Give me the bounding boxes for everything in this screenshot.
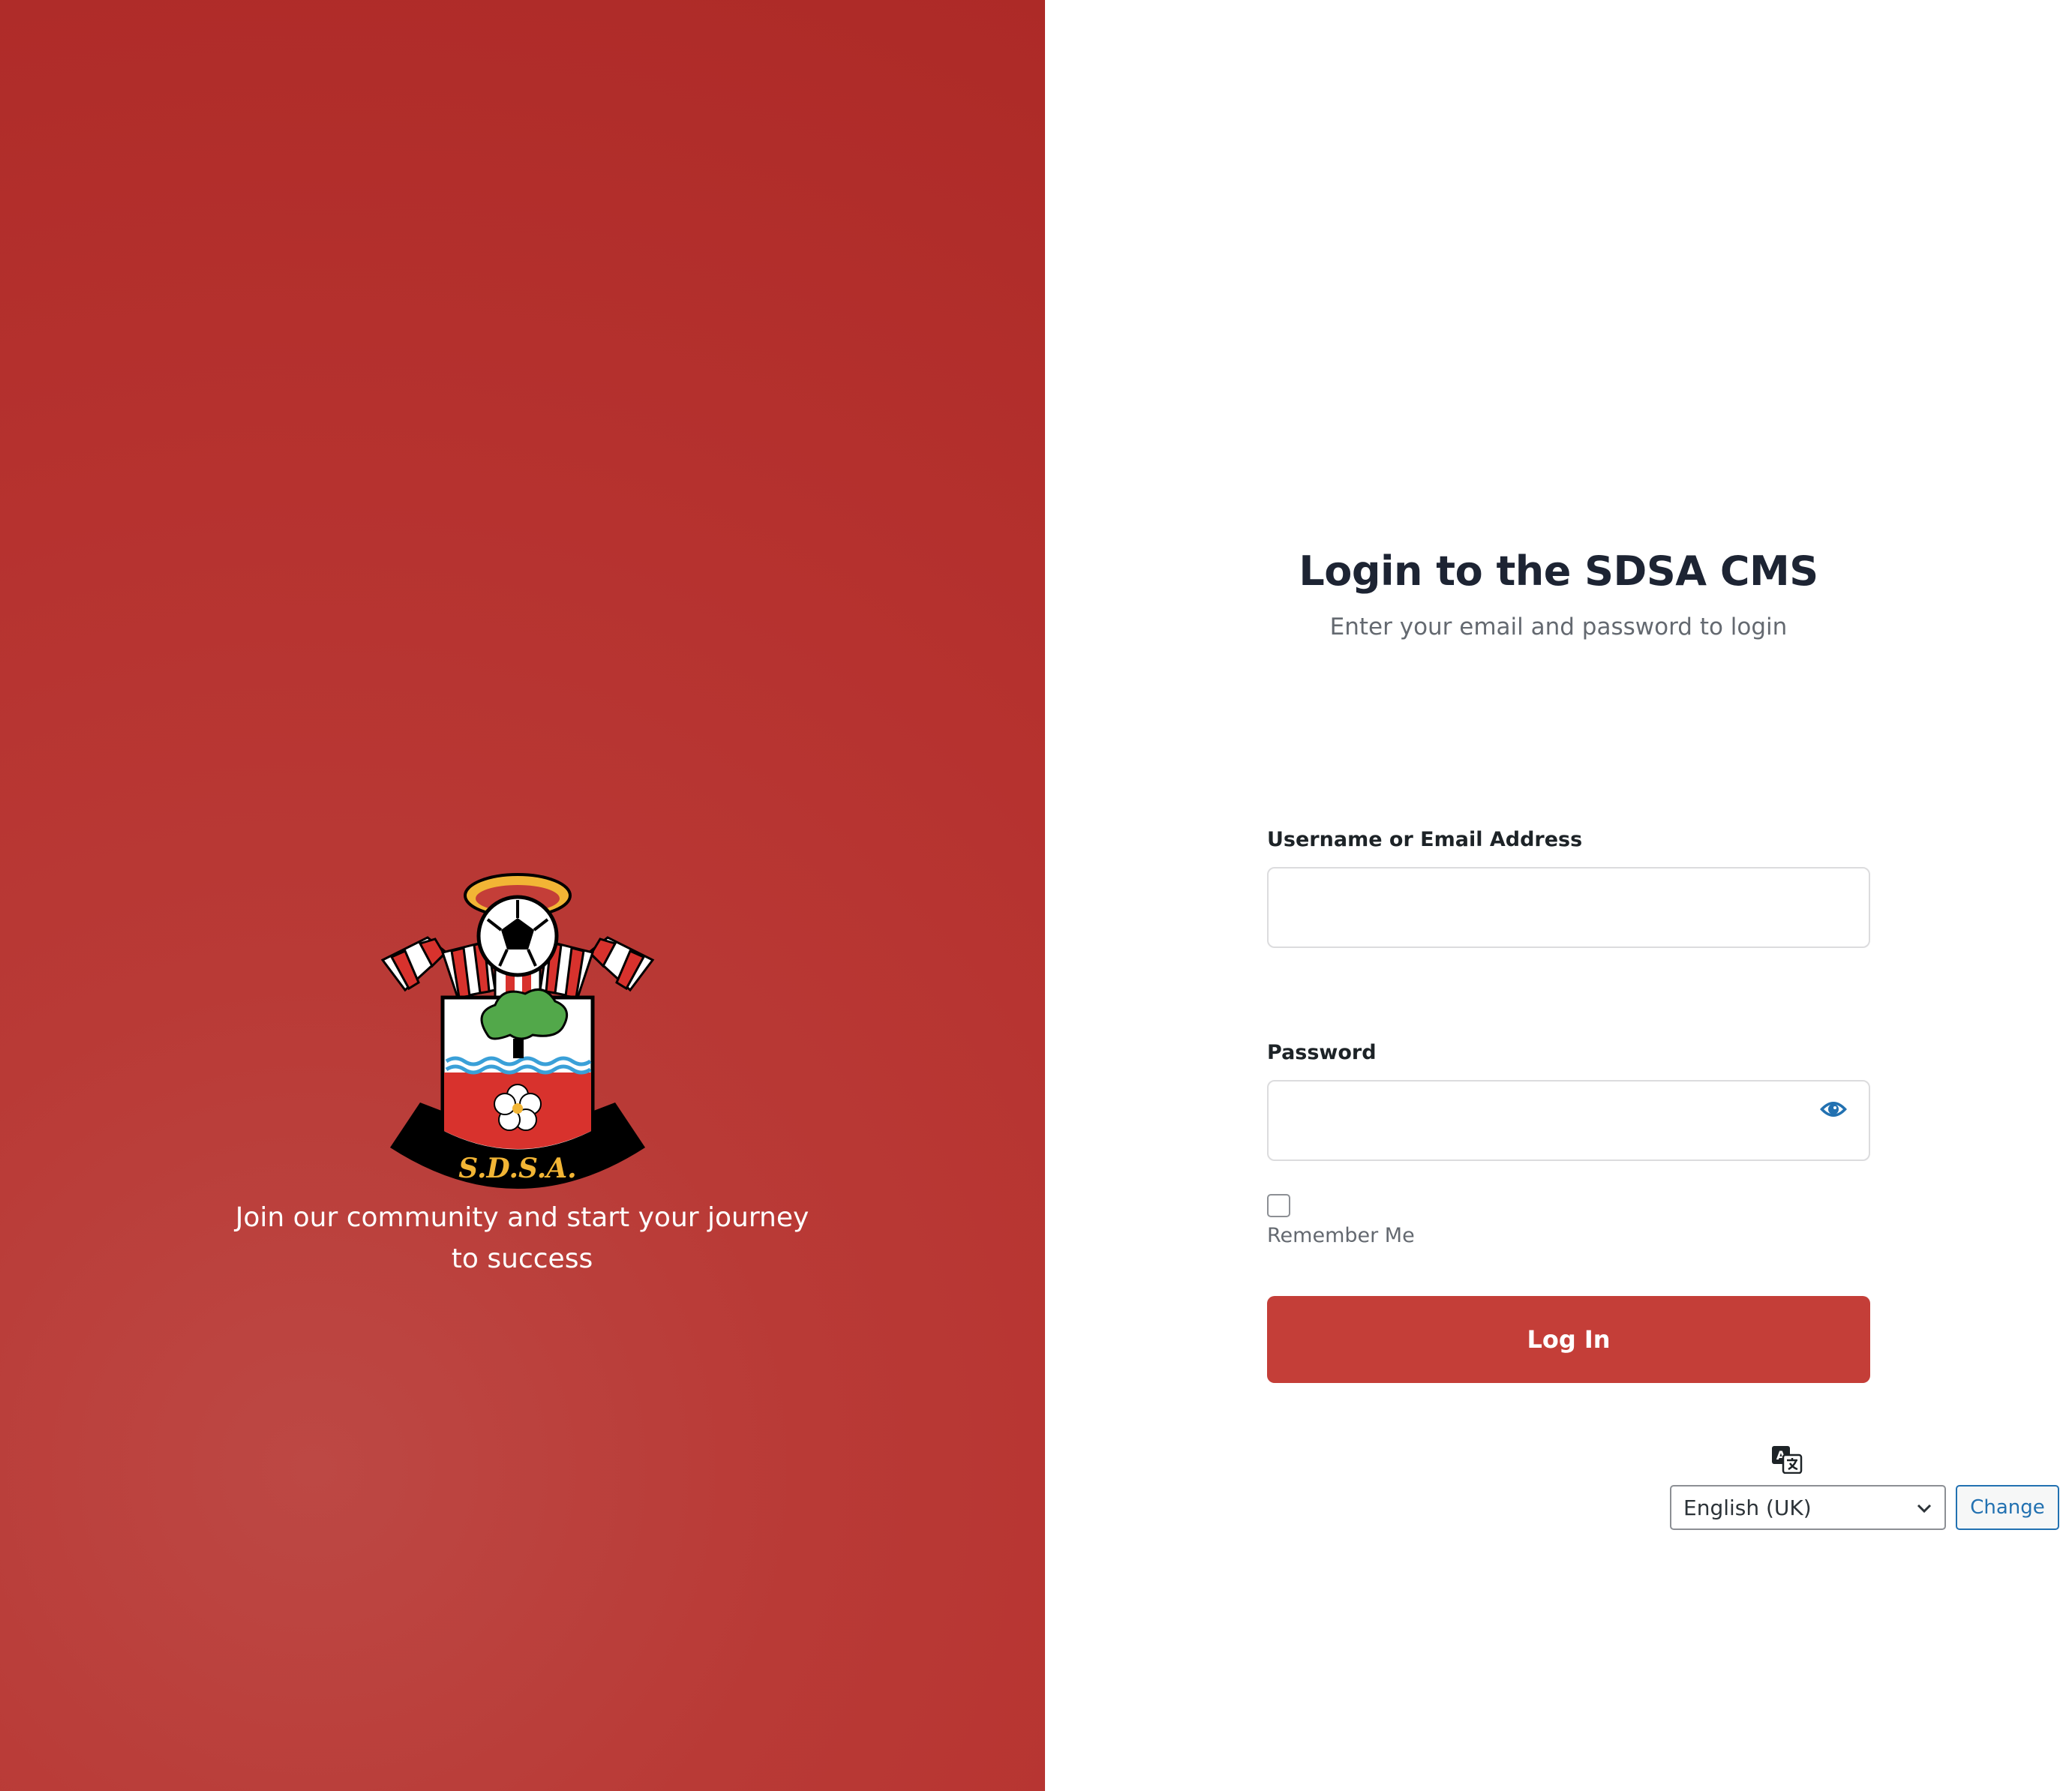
username-input[interactable] <box>1267 867 1870 948</box>
brand-panel: S.D.S.A. Join our community and start yo… <box>0 0 1045 1791</box>
chevron-down-icon <box>1917 1504 1932 1514</box>
show-password-button[interactable] <box>1816 1096 1851 1122</box>
translate-icon: A <box>1772 1446 1803 1474</box>
club-crest-logo: S.D.S.A. <box>380 873 655 1189</box>
password-label: Password <box>1267 1041 1377 1064</box>
page-title: Login to the SDSA CMS <box>1299 548 1818 595</box>
log-in-button[interactable]: Log In <box>1267 1296 1870 1383</box>
login-page: S.D.S.A. Join our community and start yo… <box>0 0 2072 1791</box>
brand-tagline: Join our community and start your journe… <box>235 1202 809 1274</box>
login-panel: Login to the SDSA CMS Enter your email a… <box>1045 0 2072 1791</box>
page-subtitle: Enter your email and password to login <box>1329 614 1788 640</box>
remember-me-checkbox[interactable] <box>1267 1194 1290 1217</box>
username-label: Username or Email Address <box>1267 828 1583 851</box>
language-select[interactable]: English (UK) <box>1670 1485 1946 1530</box>
change-language-button[interactable]: Change <box>1956 1485 2059 1530</box>
password-input[interactable] <box>1267 1080 1870 1161</box>
eye-icon <box>1820 1102 1847 1117</box>
remember-me-label[interactable]: Remember Me <box>1267 1224 1415 1247</box>
language-select-value: English (UK) <box>1683 1495 1812 1520</box>
crest-lettering: S.D.S.A. <box>458 1153 576 1184</box>
